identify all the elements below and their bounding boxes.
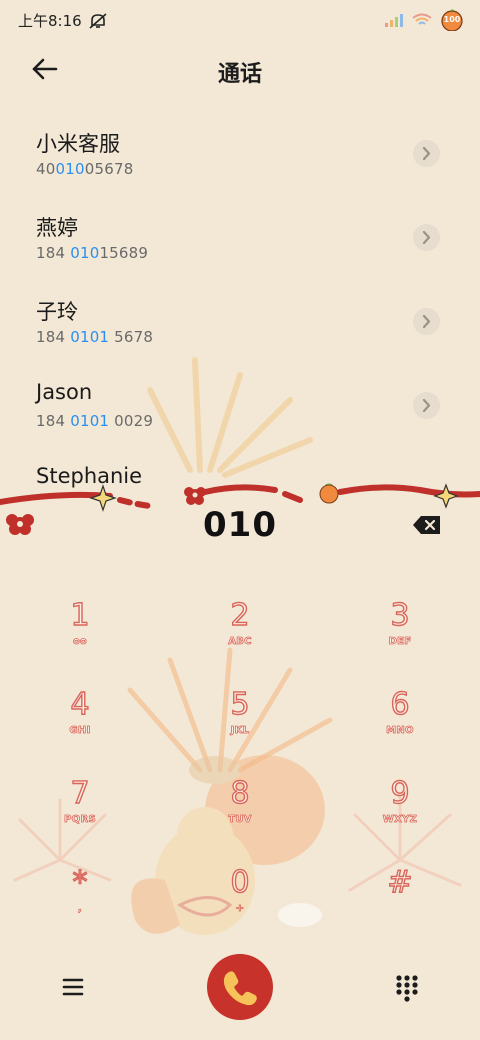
contact-row[interactable]: 小米客服 4001005678 [0,116,480,200]
dialed-number-display[interactable]: 010 [0,505,480,545]
contact-number: 4001005678 [36,160,134,178]
contact-results-list: 小米客服 4001005678 燕婷 184 01015689 子玲 184 0… [0,116,480,512]
key-7[interactable]: 7 PQRS [20,775,140,854]
contact-row[interactable]: 子玲 184 0101 5678 [0,284,480,368]
contact-row[interactable]: Jason 184 0101 0029 [0,368,480,452]
status-bar: 上午8:16 100 [0,0,480,40]
wifi-icon [412,13,432,25]
signal-icon [385,14,403,27]
key-0[interactable]: 0 + [180,864,300,943]
page-title: 通话 [217,62,262,87]
battery-level: 100 [443,15,461,24]
hamburger-menu-icon[interactable] [60,974,86,1000]
persimmon-icon [319,483,339,504]
flower-icon [184,487,206,505]
status-time: 上午8:16 [18,12,82,30]
contact-name: Jason [36,380,93,404]
header: 通话 [0,40,480,100]
battery-icon: 100 [440,9,464,31]
contact-number: 184 0101 5678 [36,328,154,346]
call-button[interactable] [207,954,273,1020]
contact-name: 燕婷 [36,216,78,240]
backspace-icon[interactable] [412,514,442,536]
key-5[interactable]: 5 JKL [180,686,300,765]
phone-icon [223,971,257,1006]
bottom-action-bar [0,950,480,1040]
status-left: 上午8:16 [18,10,108,31]
key-9[interactable]: 9 WXYZ [340,775,460,854]
contact-name: 小米客服 [36,132,120,156]
key-1[interactable]: 1 ᴑᴑ [20,597,140,676]
dial-keypad: 1 ᴑᴑ 2 ABC 3 DEF 4 GHI 5 JKL 6 MNO 7 PQRS 8 TUV … [0,590,480,950]
key-star[interactable]: *, [20,864,140,943]
chevron-right-icon[interactable] [413,224,440,251]
contact-row[interactable]: 燕婷 184 01015689 [0,200,480,284]
contact-name: 子玲 [36,300,78,324]
key-4[interactable]: 4 GHI [20,686,140,765]
contact-number: 184 0101 0029 [36,412,154,430]
sparkle-icon [433,483,459,509]
key-2[interactable]: 2 ABC [180,597,300,676]
key-8[interactable]: 8 TUV [180,775,300,854]
key-3[interactable]: 3 DEF [340,597,460,676]
chevron-right-icon[interactable] [413,308,440,335]
chevron-right-icon[interactable] [413,392,440,419]
status-right: 100 [384,9,464,31]
contact-number: 184 01015689 [36,244,149,262]
dialpad-icon[interactable] [392,972,422,1002]
chevron-right-icon[interactable] [413,140,440,167]
key-hash[interactable]: # [340,864,460,943]
key-6[interactable]: 6 MNO [340,686,460,765]
mute-icon [89,12,107,29]
